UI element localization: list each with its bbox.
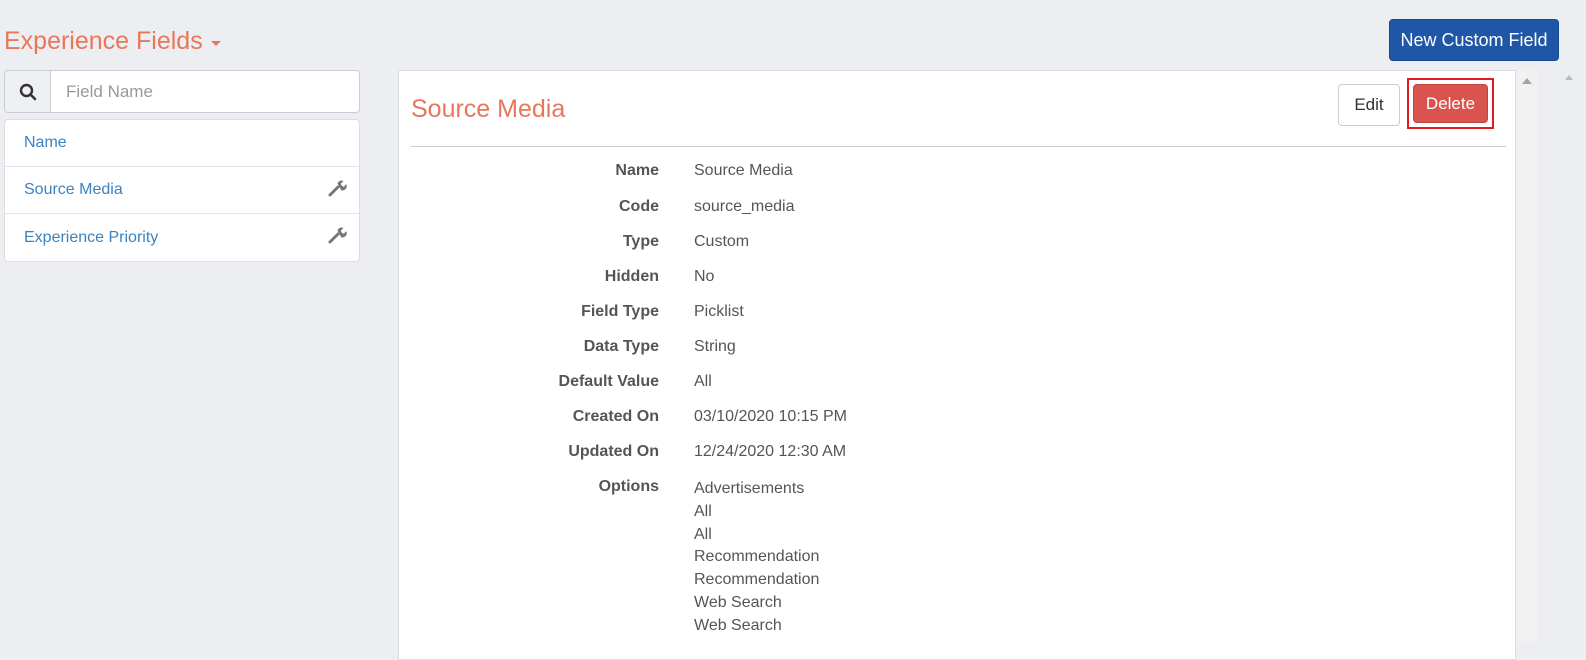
detail-row-default-value: Default Value All <box>399 364 1499 399</box>
field-name-search-input[interactable] <box>51 70 360 113</box>
option-item: Web Search <box>694 593 782 611</box>
detail-key: Updated On <box>568 442 659 460</box>
detail-row-name: Name Source Media <box>399 153 1499 188</box>
field-item-label: Name <box>24 134 67 151</box>
options-list: Advertisements All All Recommendation Re… <box>694 478 819 638</box>
detail-row-hidden: Hidden No <box>399 259 1499 294</box>
detail-value: No <box>694 267 715 285</box>
detail-key: Type <box>622 232 659 250</box>
caret-down-icon <box>210 40 221 46</box>
new-custom-field-button[interactable]: New Custom Field <box>1389 19 1559 61</box>
detail-value: 12/24/2020 12:30 AM <box>694 442 847 460</box>
detail-row-type: Type Custom <box>399 224 1499 259</box>
wrench-icon <box>327 178 347 203</box>
option-item: All <box>694 502 712 520</box>
detail-key: Hidden <box>604 267 659 285</box>
search-icon[interactable] <box>4 70 51 113</box>
detail-value: Picklist <box>694 302 744 320</box>
section-title: Experience Fields <box>4 26 203 55</box>
scroll-up-icon[interactable] <box>1522 78 1532 84</box>
section-dropdown[interactable]: Experience Fields <box>4 24 221 58</box>
option-item: Advertisements <box>694 480 805 497</box>
detail-key: Default Value <box>558 372 659 390</box>
detail-row-code: Code source_media <box>399 189 1499 224</box>
field-item-label: Source Media <box>24 181 123 198</box>
detail-key: Data Type <box>583 337 659 355</box>
delete-button[interactable]: Delete <box>1413 84 1488 123</box>
option-item: All <box>694 525 712 543</box>
detail-key: Options <box>598 478 659 495</box>
field-item-experience-priority[interactable]: Experience Priority <box>5 214 359 261</box>
detail-row-created-on: Created On 03/10/2020 10:15 PM <box>399 399 1499 434</box>
divider <box>411 146 1506 147</box>
detail-row-field-type: Field Type Picklist <box>399 294 1499 329</box>
option-item: Web Search <box>694 616 782 634</box>
field-detail-panel: Source Media Edit Delete Name Source Med… <box>398 70 1516 660</box>
edit-button[interactable]: Edit <box>1338 84 1400 126</box>
detail-key: Name <box>615 162 659 179</box>
field-search <box>4 70 360 113</box>
option-item: Recommendation <box>694 571 820 589</box>
field-list: Name Source Media Experience Priority <box>4 119 360 262</box>
detail-key: Code <box>619 197 659 215</box>
panel-scrollbar[interactable] <box>1517 70 1538 642</box>
page-scrollbar[interactable] <box>1561 70 1586 642</box>
wrench-icon <box>327 225 347 250</box>
delete-highlight: Delete <box>1407 78 1494 129</box>
option-item: Recommendation <box>694 548 820 566</box>
detail-key: Created On <box>572 407 659 425</box>
page-heading-cut <box>86 0 176 4</box>
field-detail-title: Source Media <box>411 95 566 123</box>
detail-value: All <box>694 372 712 390</box>
detail-key: Field Type <box>581 302 659 320</box>
detail-value: source_media <box>694 197 795 215</box>
detail-row-options: Options Advertisements All All Recommend… <box>399 469 1499 649</box>
detail-row-updated-on: Updated On 12/24/2020 12:30 AM <box>399 434 1499 469</box>
detail-value: Custom <box>694 232 750 250</box>
detail-value: Source Media <box>694 162 793 179</box>
detail-value: String <box>694 337 736 355</box>
field-item-label: Experience Priority <box>24 228 159 246</box>
field-item-source-media[interactable]: Source Media <box>5 167 359 214</box>
detail-value: 03/10/2020 10:15 PM <box>694 407 848 425</box>
field-item-name[interactable]: Name <box>5 120 359 167</box>
detail-row-data-type: Data Type String <box>399 329 1499 364</box>
page-scroll-up-icon[interactable] <box>1565 75 1573 80</box>
